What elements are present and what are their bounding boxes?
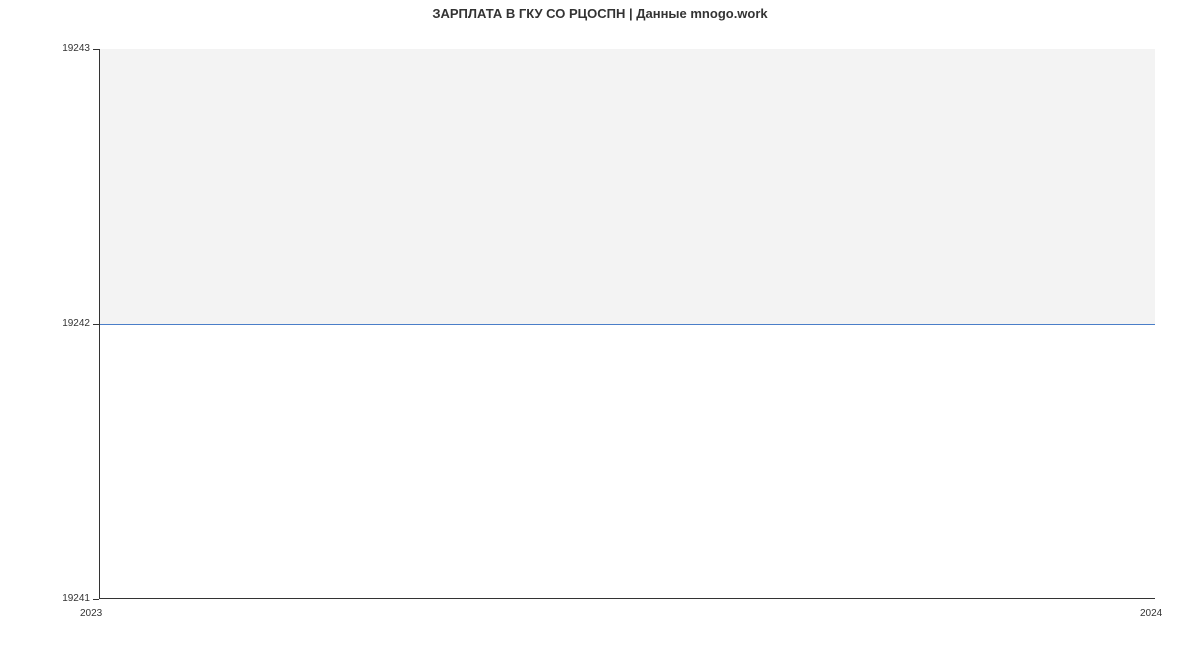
x-tick-label: 2024 <box>1140 608 1162 619</box>
plot-area <box>99 49 1155 599</box>
y-tick <box>93 49 99 50</box>
x-tick-label: 2023 <box>80 608 102 619</box>
salary-line-chart: ЗАРПЛАТА В ГКУ СО РЦОСПН | Данные mnogo.… <box>0 0 1200 650</box>
series-line <box>100 324 1155 325</box>
y-tick-label: 19243 <box>50 43 90 54</box>
y-tick <box>93 324 99 325</box>
plot-band-upper <box>100 49 1155 324</box>
y-tick-label: 19241 <box>50 593 90 604</box>
y-tick-label: 19242 <box>50 318 90 329</box>
chart-title: ЗАРПЛАТА В ГКУ СО РЦОСПН | Данные mnogo.… <box>0 6 1200 21</box>
y-tick <box>93 599 99 600</box>
